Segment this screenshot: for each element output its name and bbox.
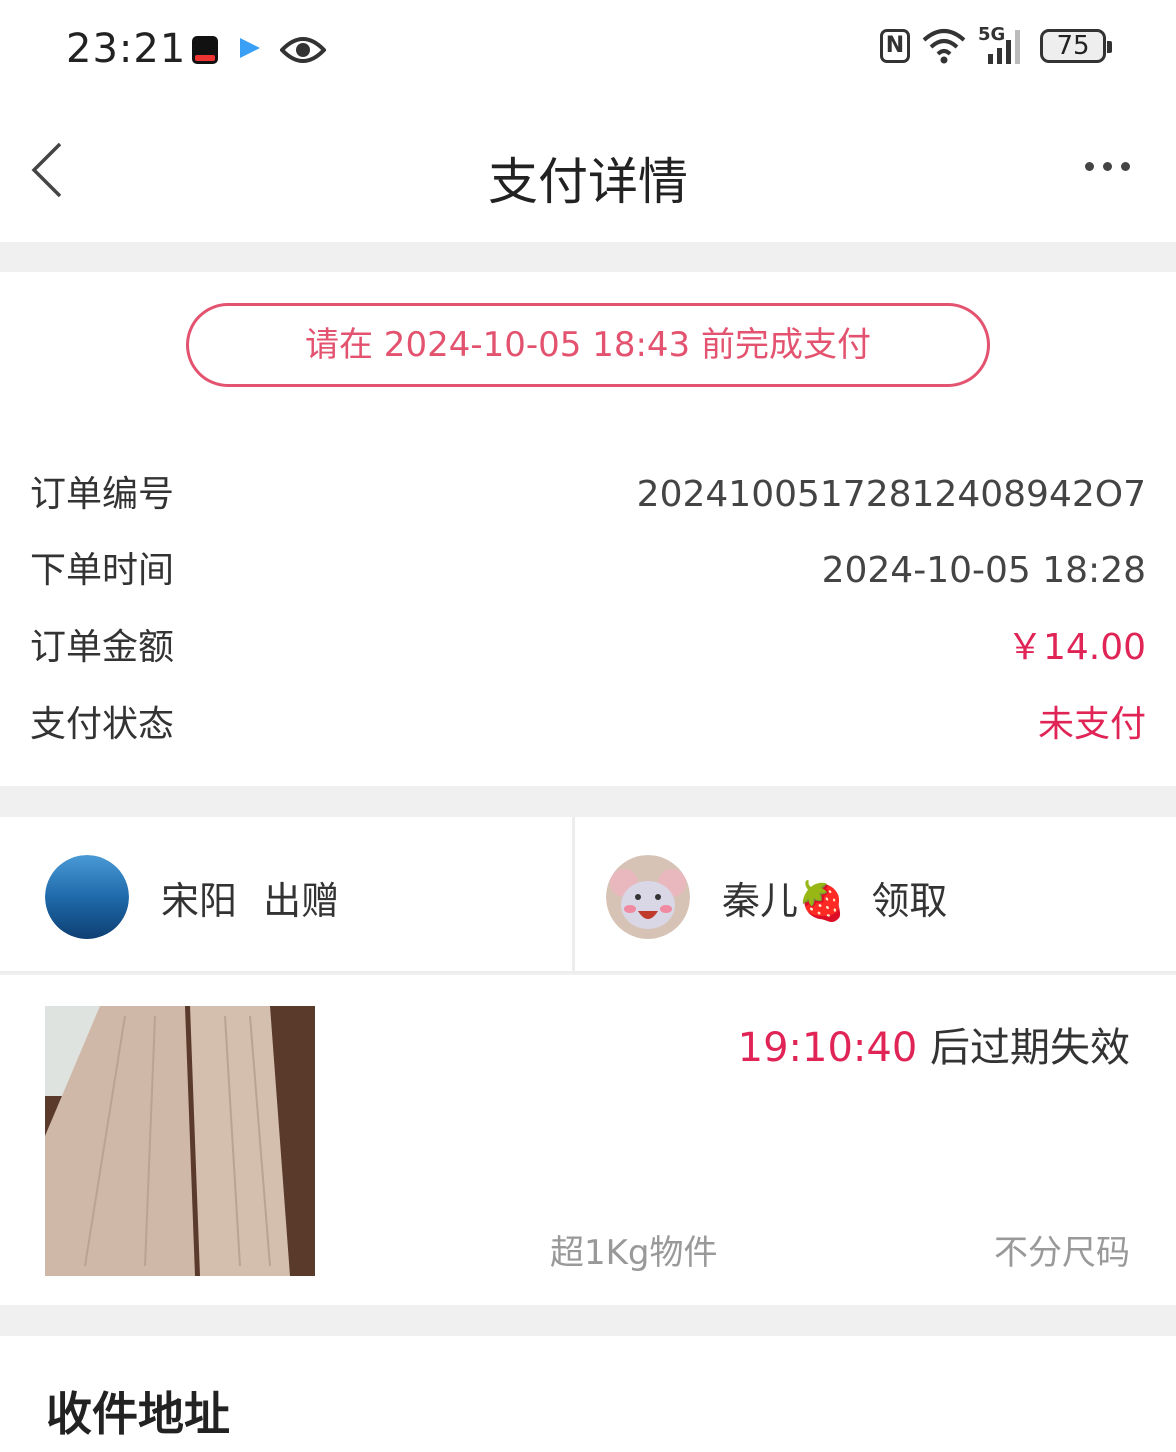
more-dots-icon[interactable] bbox=[1085, 162, 1130, 171]
giver[interactable]: 宋阳 出赠 bbox=[45, 855, 339, 939]
payment-status-label: 支付状态 bbox=[30, 704, 175, 745]
nav-header: 支付详情 bbox=[0, 100, 1176, 242]
page-title: 支付详情 bbox=[488, 153, 688, 211]
status-time: 23:21 bbox=[66, 26, 187, 72]
weight-tag: 超1Kg物件 bbox=[550, 1233, 718, 1273]
giver-avatar bbox=[45, 855, 129, 939]
divider bbox=[572, 817, 575, 973]
receiver[interactable]: 秦儿🍓 领取 bbox=[606, 855, 947, 939]
order-amount-row: 订单金额 ￥14.00 bbox=[30, 624, 1146, 672]
order-time-row: 下单时间 2024-10-05 18:28 bbox=[30, 547, 1146, 595]
receiver-action: 领取 bbox=[871, 878, 948, 923]
order-amount-value: ￥14.00 bbox=[1006, 627, 1146, 668]
item-photo[interactable] bbox=[45, 1006, 315, 1276]
network-type: 5G bbox=[978, 24, 1006, 45]
battery-icon: 75 bbox=[1040, 29, 1112, 63]
status-bar: 23:21 N 5G 75 bbox=[0, 0, 1176, 100]
order-amount-label: 订单金额 bbox=[30, 627, 175, 668]
order-info-card: 请在 2024-10-05 18:43 前完成支付 订单编号 202410051… bbox=[0, 272, 1176, 786]
receiver-name: 秦儿🍓 bbox=[722, 878, 846, 923]
payment-status-row: 支付状态 未支付 bbox=[30, 701, 1146, 749]
order-number-label: 订单编号 bbox=[30, 474, 175, 515]
giver-action: 出赠 bbox=[263, 878, 340, 923]
nfc-icon: N bbox=[880, 29, 910, 63]
receiver-avatar bbox=[606, 855, 690, 939]
item-card: 19:10:40 后过期失效 超1Kg物件 不分尺码 bbox=[0, 975, 1176, 1305]
countdown-time: 19:10:40 bbox=[737, 1025, 918, 1071]
payment-deadline-banner: 请在 2024-10-05 18:43 前完成支付 bbox=[186, 303, 990, 387]
expiry-suffix: 后过期失效 bbox=[917, 1025, 1130, 1071]
media-arrow-icon bbox=[240, 38, 260, 58]
eye-icon bbox=[280, 37, 326, 63]
address-section: 收件地址 bbox=[0, 1336, 1176, 1452]
address-title: 收件地址 bbox=[46, 1387, 230, 1441]
giver-receiver-card: 宋阳 出赠 秦儿🍓 领取 bbox=[0, 817, 1176, 973]
order-time-value: 2024-10-05 18:28 bbox=[821, 550, 1146, 591]
order-number-value: 20241005172812408942O7 bbox=[636, 474, 1146, 515]
wifi-icon bbox=[922, 29, 966, 64]
expiry-countdown: 19:10:40 后过期失效 bbox=[738, 1015, 1130, 1073]
order-number-row: 订单编号 20241005172812408942O7 bbox=[30, 471, 1146, 519]
payment-status-value: 未支付 bbox=[1037, 704, 1146, 745]
size-tag: 不分尺码 bbox=[994, 1233, 1130, 1273]
tiktok-lite-icon bbox=[192, 36, 218, 64]
signal-icon: 5G bbox=[978, 24, 1028, 64]
giver-name: 宋阳 bbox=[161, 878, 238, 923]
order-time-label: 下单时间 bbox=[30, 550, 175, 591]
